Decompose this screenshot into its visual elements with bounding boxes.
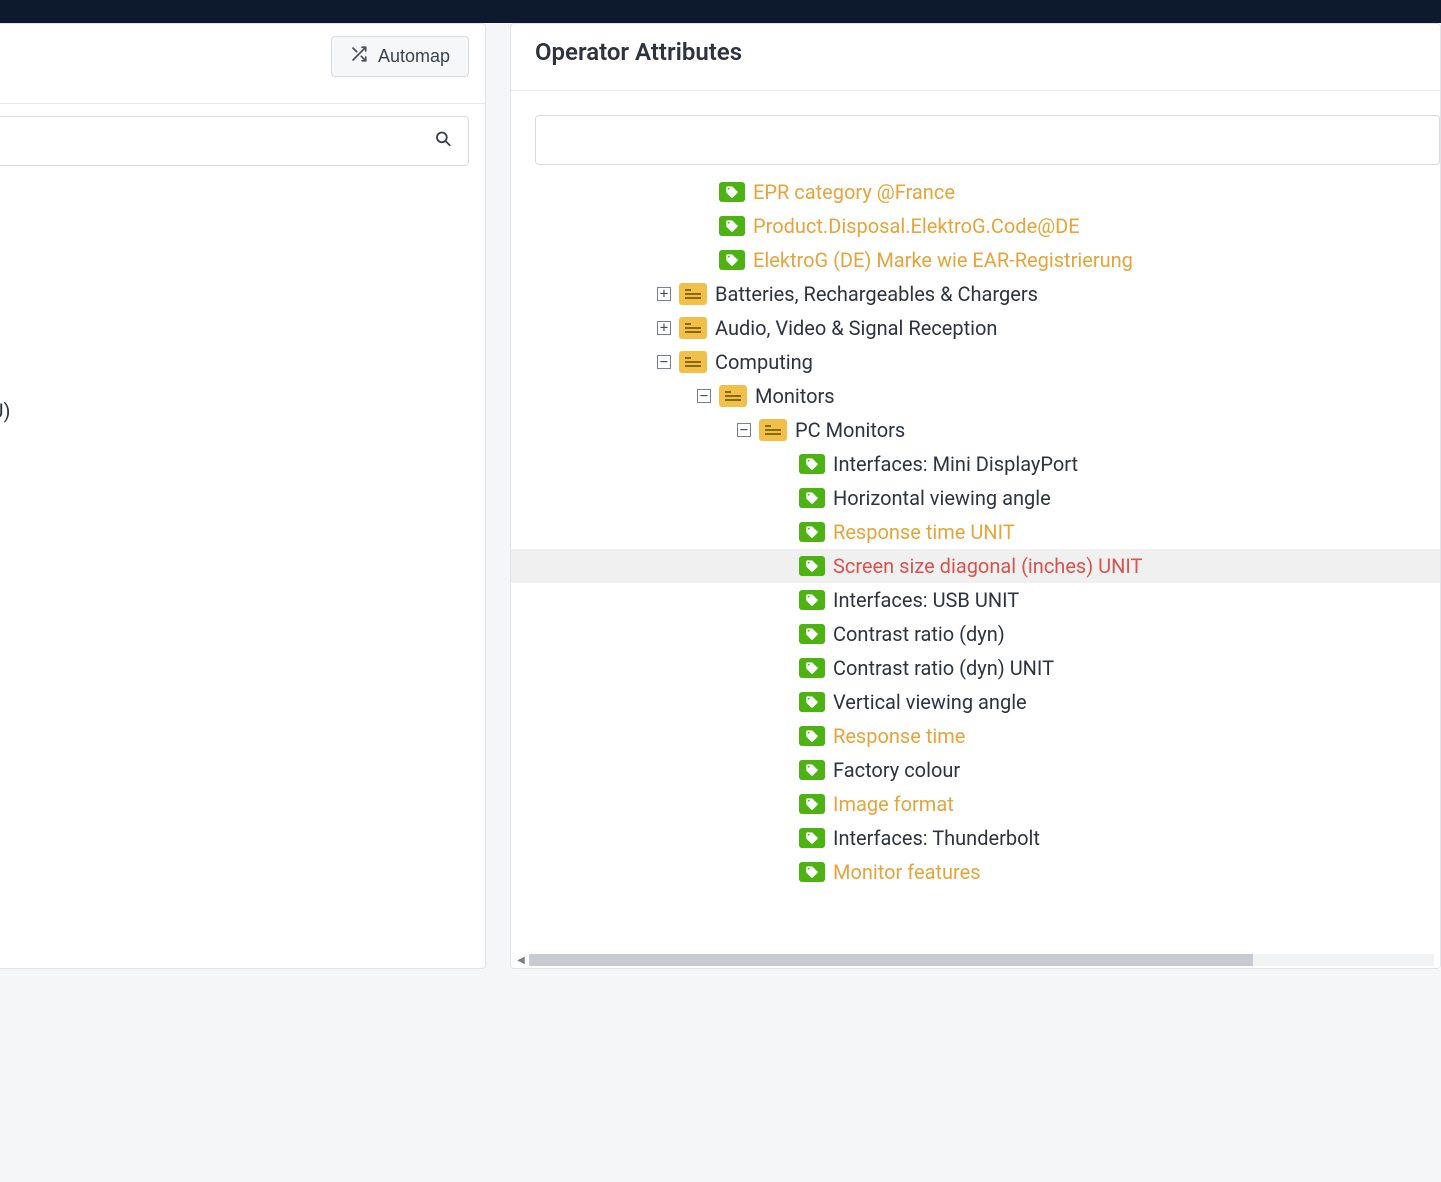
- right-panel-header: Operator Attributes: [511, 24, 1440, 91]
- tree-node[interactable]: Image format: [511, 787, 1440, 821]
- left-search-input[interactable]: [2, 131, 418, 152]
- folder-icon: [719, 385, 747, 407]
- folder-icon: [679, 317, 707, 339]
- attribute-tree[interactable]: EPR category @France Product.Disposal.Ele…: [511, 173, 1440, 947]
- tree-node[interactable]: Interfaces: USB UNIT: [511, 583, 1440, 617]
- tree-node[interactable]: Monitor features: [511, 855, 1440, 889]
- right-search-box[interactable]: [535, 115, 1440, 165]
- left-item[interactable]: ens): [0, 326, 485, 360]
- tree-node[interactable]: Vertical viewing angle: [511, 685, 1440, 719]
- automap-label: Automap: [378, 46, 450, 67]
- tag-icon: [719, 182, 745, 202]
- tree-node-label: Contrast ratio (dyn): [833, 622, 1005, 646]
- tree-node-label: Screen size diagonal (inches) UNIT: [833, 554, 1143, 578]
- tree-node[interactable]: ElektroG (DE) Marke wie EAR-Registrierun…: [511, 243, 1440, 277]
- right-search-wrap: [511, 91, 1440, 173]
- top-bar: [0, 0, 1441, 23]
- expand-icon[interactable]: +: [657, 287, 671, 301]
- tree-node[interactable]: Horizontal viewing angle: [511, 481, 1440, 515]
- tag-icon: [799, 692, 825, 712]
- left-panel-header: Automap: [0, 24, 485, 104]
- search-icon[interactable]: [434, 130, 452, 153]
- left-item[interactable]: d: [0, 462, 485, 496]
- tree-node[interactable]: Contrast ratio (dyn) UNIT: [511, 651, 1440, 685]
- tree-node-label: Product.Disposal.ElektroG.Code@DE: [753, 214, 1080, 238]
- tree-node[interactable]: Interfaces: Mini DisplayPort: [511, 447, 1440, 481]
- tree-node[interactable]: − PC Monitors: [511, 413, 1440, 447]
- tree-node-label: Response time UNIT: [833, 520, 1015, 544]
- scroll-track[interactable]: [529, 954, 1434, 966]
- collapse-icon[interactable]: −: [737, 423, 751, 437]
- tree-node[interactable]: Interfaces: Thunderbolt: [511, 821, 1440, 855]
- tag-icon: [799, 760, 825, 780]
- tag-icon: [799, 658, 825, 678]
- tree-node-label: Batteries, Rechargeables & Chargers: [715, 282, 1038, 306]
- tree-node[interactable]: EPR category @France: [511, 175, 1440, 209]
- tag-icon: [799, 488, 825, 508]
- right-panel: Operator Attributes EPR category @France…: [510, 23, 1441, 969]
- scroll-thumb[interactable]: [529, 954, 1253, 966]
- left-search-wrap: [0, 104, 485, 166]
- tree-node[interactable]: Response time UNIT: [511, 515, 1440, 549]
- tag-icon: [799, 454, 825, 474]
- left-item: [0, 428, 485, 462]
- horizontal-scrollbar[interactable]: ◀: [511, 952, 1440, 968]
- tag-icon: [799, 828, 825, 848]
- tag-icon: [799, 624, 825, 644]
- main-layout: Automap ens) eid (Seller SKU) d tplace): [0, 23, 1441, 1182]
- tree-node[interactable]: Response time: [511, 719, 1440, 753]
- tree-node[interactable]: Contrast ratio (dyn): [511, 617, 1440, 651]
- folder-icon: [759, 419, 787, 441]
- tree-node[interactable]: + Audio, Video & Signal Reception: [511, 311, 1440, 345]
- tag-icon: [799, 556, 825, 576]
- expand-icon[interactable]: +: [657, 321, 671, 335]
- tree-node[interactable]: Screen size diagonal (inches) UNIT: [511, 549, 1440, 583]
- folder-icon: [679, 283, 707, 305]
- tree-node[interactable]: Product.Disposal.ElektroG.Code@DE: [511, 209, 1440, 243]
- page-title: Operator Attributes: [535, 38, 1416, 66]
- tree-node-label: Computing: [715, 350, 813, 374]
- tree-node[interactable]: Factory colour: [511, 753, 1440, 787]
- left-item[interactable]: tplace): [0, 496, 485, 530]
- tree-node-label: Response time: [833, 724, 965, 748]
- tree-node-label: Image format: [833, 792, 954, 816]
- tree-node[interactable]: − Computing: [511, 345, 1440, 379]
- tree-node-label: Factory colour: [833, 758, 960, 782]
- tree-node-label: Monitors: [755, 384, 835, 408]
- tree-node-label: EPR category @France: [753, 180, 955, 204]
- tree-node-label: Interfaces: Mini DisplayPort: [833, 452, 1078, 476]
- tree-node-label: ElektroG (DE) Marke wie EAR-Registrierun…: [753, 248, 1133, 272]
- tree-node-label: Vertical viewing angle: [833, 690, 1027, 714]
- left-item: [0, 360, 485, 394]
- tree-node[interactable]: + Batteries, Rechargeables & Chargers: [511, 277, 1440, 311]
- tag-icon: [799, 862, 825, 882]
- tree-node-label: Interfaces: Thunderbolt: [833, 826, 1040, 850]
- tree-node-label: Horizontal viewing angle: [833, 486, 1051, 510]
- left-item[interactable]: eid (Seller SKU): [0, 394, 485, 428]
- tag-icon: [799, 590, 825, 610]
- tree-node-label: Contrast ratio (dyn) UNIT: [833, 656, 1054, 680]
- collapse-icon[interactable]: −: [697, 389, 711, 403]
- tag-icon: [719, 216, 745, 236]
- automap-button[interactable]: Automap: [331, 36, 469, 77]
- tag-icon: [799, 522, 825, 542]
- left-panel: Automap ens) eid (Seller SKU) d tplace): [0, 23, 486, 969]
- scroll-left-icon[interactable]: ◀: [515, 954, 527, 966]
- tree-node-label: PC Monitors: [795, 418, 905, 442]
- left-items-list: ens) eid (Seller SKU) d tplace): [0, 166, 485, 530]
- tree-node-label: Monitor features: [833, 860, 981, 884]
- tag-icon: [719, 250, 745, 270]
- tag-icon: [799, 794, 825, 814]
- left-search-box[interactable]: [0, 116, 469, 166]
- collapse-icon[interactable]: −: [657, 355, 671, 369]
- shuffle-icon: [350, 45, 368, 68]
- tag-icon: [799, 726, 825, 746]
- tree-node[interactable]: − Monitors: [511, 379, 1440, 413]
- right-search-input[interactable]: [550, 130, 1425, 151]
- tree-node-label: Interfaces: USB UNIT: [833, 588, 1019, 612]
- folder-icon: [679, 351, 707, 373]
- tree-node-label: Audio, Video & Signal Reception: [715, 316, 997, 340]
